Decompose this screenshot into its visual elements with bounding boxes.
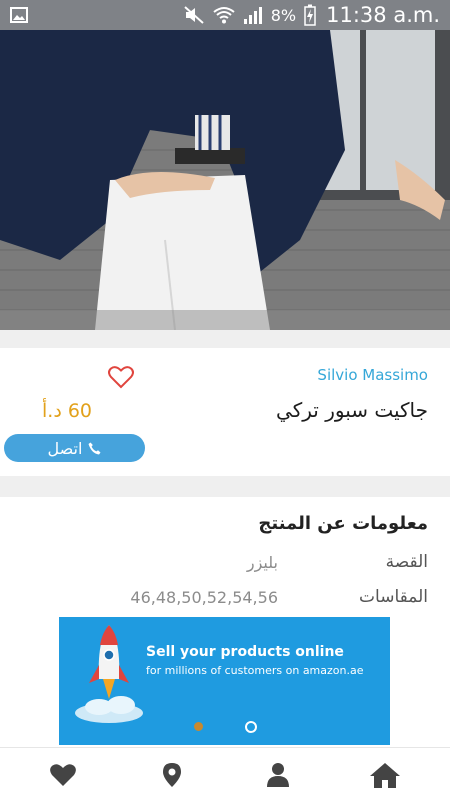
person-icon [267, 763, 289, 787]
carousel-dot-1[interactable] [194, 722, 203, 731]
carousel-dot-2[interactable] [245, 721, 257, 733]
contact-button[interactable]: اتصل [4, 434, 145, 462]
info-value-sizes: 46,48,50,52,54,56 [130, 588, 278, 607]
banner-title: Sell your products online [146, 644, 344, 660]
battery-percent: 8% [270, 5, 297, 25]
product-price: 60 د.أ [42, 400, 93, 422]
image-notification-icon [10, 7, 28, 23]
info-heading: معلومات عن المنتج [258, 513, 428, 534]
info-label-cut: القصة [385, 552, 428, 572]
nav-favorites[interactable] [48, 760, 78, 790]
bottom-nav [0, 747, 450, 801]
signal-icon [243, 7, 262, 24]
home-icon [370, 763, 400, 788]
rocket-icon [75, 625, 143, 723]
clock: 11:38 a.m. [326, 3, 440, 27]
brand-link[interactable]: Silvio Massimo [317, 366, 428, 384]
nav-location[interactable] [157, 760, 187, 790]
contact-label: اتصل [47, 438, 83, 458]
nav-profile[interactable] [263, 760, 293, 790]
mute-icon [184, 6, 204, 24]
product-image[interactable] [0, 30, 450, 330]
wifi-icon [213, 7, 235, 24]
ad-banner[interactable]: Sell your products online for millions o… [59, 617, 390, 745]
product-title: جاكيت سبور تركي [276, 398, 428, 422]
battery-charging-icon [304, 4, 316, 26]
status-bar: 8% 11:38 a.m. [0, 0, 450, 30]
favorites-heart-icon [50, 764, 76, 786]
product-card: Silvio Massimo جاكيت سبور تركي 60 د.أ ات… [0, 348, 450, 476]
phone-icon [88, 442, 101, 454]
banner-subtitle: for millions of customers on amazon.ae [146, 664, 364, 677]
nav-home[interactable] [368, 760, 402, 790]
location-pin-icon [163, 763, 181, 787]
favorite-heart-icon[interactable] [108, 365, 134, 389]
info-value-cut: بليزر [246, 553, 278, 572]
info-label-sizes: المقاسات [359, 587, 428, 607]
